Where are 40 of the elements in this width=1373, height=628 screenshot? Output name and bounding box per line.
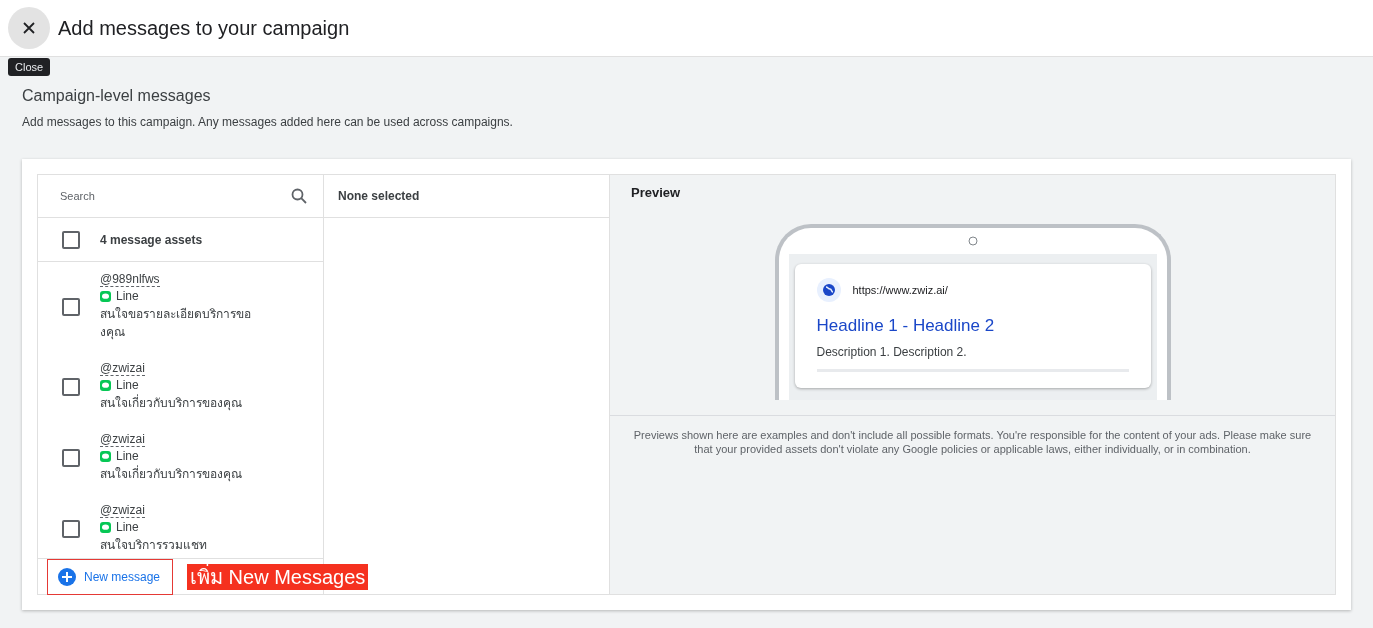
chat-bubble-icon [100,450,111,462]
asset-count: 4 message assets [100,232,203,247]
ad-url: https://www.zwiz.ai/ [852,284,948,296]
message-text: สนใจขอรายละเอียดบริการขอ งคุณ [100,306,251,341]
message-text: สนใจบริการรวมแชท [100,537,207,554]
close-button[interactable] [8,7,50,49]
account-handle: @zwizai [100,503,145,518]
annotation-label: เพิ่ม New Messages [187,563,369,590]
message-text: สนใจเกี่ยวกับบริการของคุณ [100,394,242,412]
ad-description: Description 1. Description 2. [816,345,968,359]
section-title: Campaign-level messages [22,87,212,105]
chat-bubble-icon [100,521,111,533]
new-message-button[interactable]: New message [47,558,174,595]
channel-label: Line [116,378,139,392]
globe-icon [816,278,841,302]
message-text: สนใจเกี่ยวกับบริการของคุณ [100,465,242,483]
plus-icon [58,567,76,586]
close-icon [22,21,36,35]
channel-label: Line [116,289,139,303]
checkbox[interactable] [62,230,80,249]
account-handle: @zwizai [100,361,145,376]
disclaimer-text: Previews shown here are examples and don't include all possible formats. You're responsible for the content of your ads. Please make sure that your provided assets don't violate any Google policies or applicable laws, either individually, or in combination. [632,428,1313,456]
preview-title: Preview [630,184,681,200]
dialog-title: Add messages to your campaign [58,16,350,40]
checkbox[interactable] [62,448,80,467]
ad-headline: Headline 1 - Headline 2 [816,316,996,336]
tooltip: Close [8,58,51,76]
checkbox[interactable] [62,297,80,316]
selection-header: None selected [324,175,609,218]
channel-label: Line [116,449,139,463]
checkbox[interactable] [62,519,80,538]
chat-bubble-icon [100,290,111,302]
account-handle: @989nlfws [100,272,160,287]
account-handle: @zwizai [100,432,145,447]
search-icon [291,188,307,204]
camera-icon [967,236,978,246]
section-description: Add messages to this campaign. Any messages added here can be used across campaigns. [22,115,514,129]
channel-label: Line [116,520,139,534]
checkbox[interactable] [62,377,80,396]
chat-bubble-icon [100,379,111,391]
